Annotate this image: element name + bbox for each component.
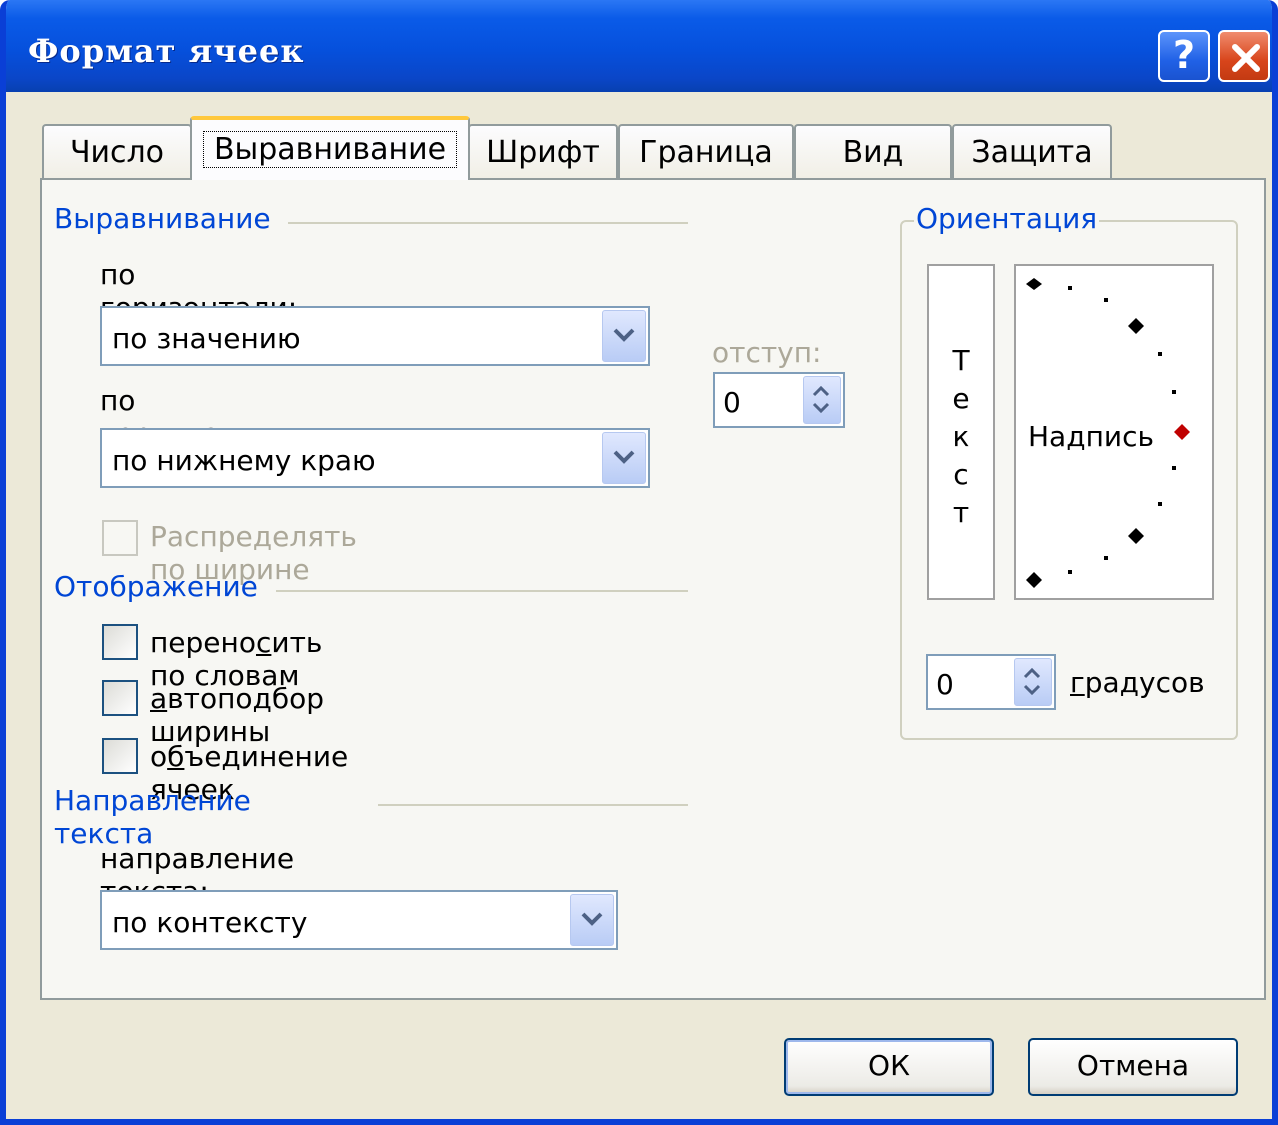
spin-arrows-icon — [1023, 667, 1041, 696]
text-direction-select[interactable]: по контексту — [100, 890, 618, 950]
group-divider — [276, 590, 688, 592]
merge-cells-checkbox[interactable] — [102, 738, 138, 774]
distribute-checkbox[interactable] — [102, 520, 138, 556]
shrink-to-fit-label: автоподбор ширины — [150, 682, 325, 748]
help-icon: ? — [1172, 33, 1196, 77]
tab-font[interactable]: Шрифт — [468, 124, 618, 178]
degrees-value: 0 — [936, 668, 954, 701]
tab-alignment-label: Выравнивание — [202, 131, 458, 168]
vertical-text-button[interactable]: Т е к с т — [927, 264, 995, 600]
spin-arrows-icon — [812, 385, 830, 414]
title-bar[interactable]: Формат ячеек ? — [6, 0, 1272, 92]
shrink-to-fit-checkbox[interactable] — [102, 680, 138, 716]
vertical-text-letter: с — [953, 458, 969, 491]
vertical-align-select[interactable]: по нижнему краю — [100, 428, 650, 488]
vertical-text-letter: Т — [952, 344, 970, 377]
display-group-title: Отображение — [54, 570, 258, 603]
vertical-text-letter: т — [952, 496, 970, 529]
close-button[interactable] — [1218, 30, 1270, 82]
chevron-down-icon — [613, 450, 635, 464]
alignment-group-title: Выравнивание — [54, 202, 271, 235]
cancel-button[interactable]: Отмена — [1028, 1038, 1238, 1096]
dropdown-button[interactable] — [602, 432, 646, 484]
group-divider — [378, 804, 688, 806]
indent-value: 0 — [723, 386, 741, 419]
dropdown-button[interactable] — [570, 894, 614, 946]
degrees-label: градусов — [1070, 666, 1205, 699]
help-button[interactable]: ? — [1158, 30, 1210, 82]
vertical-align-value: по нижнему краю — [112, 444, 376, 477]
dialog-title: Формат ячеек — [28, 32, 305, 70]
group-divider — [288, 222, 688, 224]
vertical-text-letter: к — [952, 420, 970, 453]
chevron-down-icon — [613, 328, 635, 342]
tab-number[interactable]: Число — [42, 124, 192, 178]
orientation-group-title: Ориентация — [914, 202, 1100, 235]
tab-border[interactable]: Граница — [618, 124, 794, 178]
degrees-spin-buttons[interactable] — [1014, 658, 1052, 706]
degrees-spinner[interactable]: 0 — [926, 654, 1056, 710]
horizontal-align-select[interactable]: по значению — [100, 306, 650, 366]
text-direction-value: по контексту — [112, 906, 308, 939]
tab-view[interactable]: Вид — [794, 124, 952, 178]
orientation-sample-text: Надпись — [1028, 420, 1154, 453]
horizontal-align-value: по значению — [112, 322, 301, 355]
ok-button[interactable]: ОК — [784, 1038, 994, 1096]
indent-spinner[interactable]: 0 — [713, 372, 845, 428]
indent-spin-buttons[interactable] — [803, 376, 841, 424]
text-direction-group-title: Направление текста — [54, 784, 251, 850]
chevron-down-icon — [581, 912, 603, 926]
tab-protection[interactable]: Защита — [952, 124, 1112, 178]
orientation-dial[interactable]: Надпись — [1014, 264, 1214, 600]
vertical-text-letter: е — [952, 382, 970, 415]
indent-label: отступ: — [712, 336, 822, 369]
close-icon — [1232, 44, 1260, 72]
tab-alignment[interactable]: Выравнивание — [190, 116, 470, 180]
wrap-text-checkbox[interactable] — [102, 624, 138, 660]
dropdown-button[interactable] — [602, 310, 646, 362]
